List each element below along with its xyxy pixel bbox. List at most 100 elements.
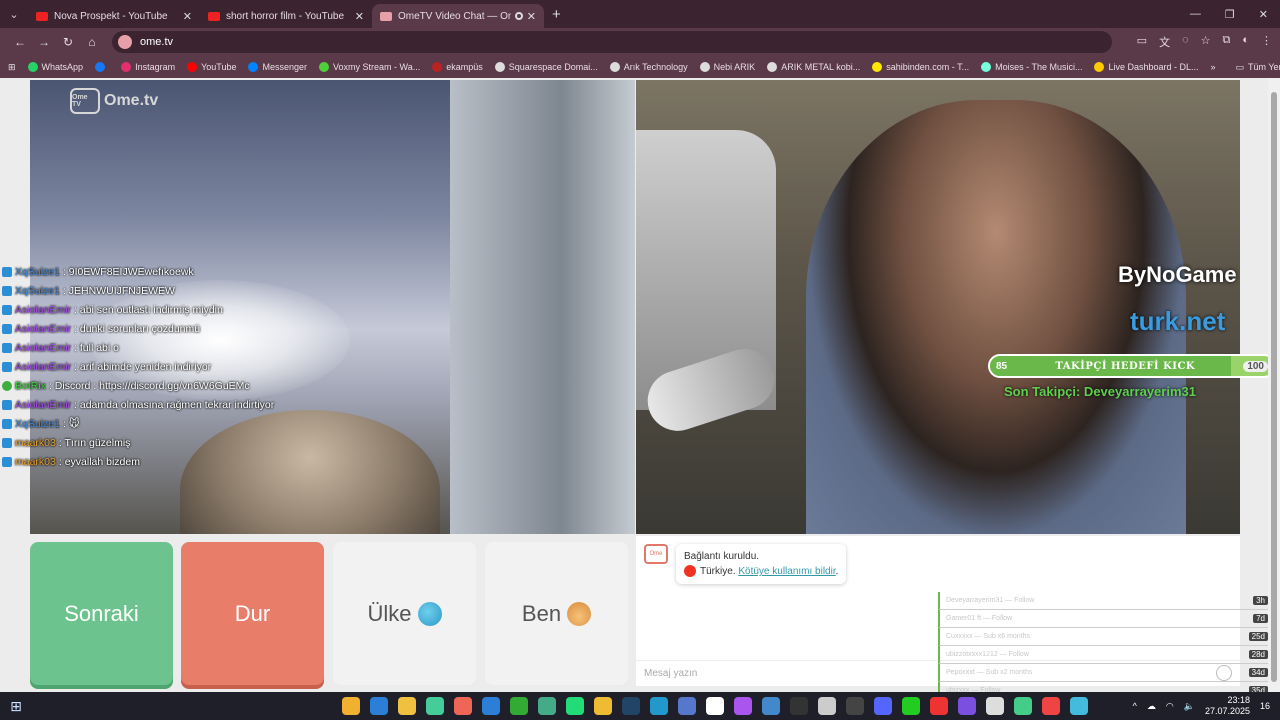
bookmark-item[interactable]: WhatsApp: [27, 62, 83, 72]
taskbar-app-icon[interactable]: [482, 697, 500, 715]
site-info-icon[interactable]: [118, 35, 132, 49]
taskbar-app-icon[interactable]: [762, 697, 780, 715]
taskbar-app-icon[interactable]: [734, 697, 752, 715]
taskbar-app-icon[interactable]: [370, 697, 388, 715]
taskbar-app-icon[interactable]: [678, 697, 696, 715]
kick-badge-icon: [2, 304, 12, 315]
bookmark-item[interactable]: Live Dashboard - DL...: [1094, 62, 1199, 72]
taskbar-app-icon[interactable]: [622, 697, 640, 715]
follower-goal-bar: 85 TAKİPÇİ HEDEFİ KICK 100: [988, 354, 1276, 378]
close-icon[interactable]: ✕: [183, 10, 192, 23]
taskbar-app-icon[interactable]: [930, 697, 948, 715]
taskbar-app-icon[interactable]: [398, 697, 416, 715]
taskbar-app-icon[interactable]: [594, 697, 612, 715]
tab-short-horror-film[interactable]: short horror film - YouTube ✕: [200, 4, 372, 28]
cloud-icon[interactable]: ☁: [1147, 701, 1156, 712]
page-scrollbar[interactable]: [1268, 78, 1280, 692]
forward-icon[interactable]: →: [32, 35, 56, 49]
bookmark-item[interactable]: Instagram: [121, 62, 175, 72]
tab-ometv[interactable]: OmeTV Video Chat — Ome ✕: [372, 4, 544, 28]
address-actions: ▭ 文 ◌ ☆ ⧉ ◐ ⋮: [1137, 34, 1272, 50]
kick-badge-icon: [2, 456, 12, 467]
translate-icon[interactable]: 文: [1159, 34, 1170, 50]
close-icon[interactable]: ✕: [527, 10, 536, 23]
reload-icon[interactable]: ↻: [56, 35, 80, 49]
bookmark-label: Squarespace Domai...: [508, 62, 598, 72]
taskbar-app-icon[interactable]: [1070, 697, 1088, 715]
profile-icon[interactable]: ◐: [1242, 34, 1249, 50]
clock[interactable]: 23:18 27.07.2025: [1205, 695, 1250, 717]
taskbar-app-icon[interactable]: [706, 697, 724, 715]
taskbar-app-icon[interactable]: [426, 697, 444, 715]
bookmark-item[interactable]: [95, 62, 109, 72]
bookmark-item[interactable]: Squarespace Domai...: [494, 62, 598, 72]
taskbar-app-icon[interactable]: [958, 697, 976, 715]
home-icon[interactable]: ⌂: [80, 35, 104, 49]
taskbar-app-icon[interactable]: [1014, 697, 1032, 715]
taskbar-app-icon[interactable]: [846, 697, 864, 715]
close-window-icon[interactable]: ✕: [1259, 8, 1268, 21]
bookmark-item[interactable]: sahibinden.com - T...: [872, 62, 969, 72]
back-icon[interactable]: ←: [8, 35, 32, 49]
stop-button[interactable]: Dur: [181, 542, 324, 685]
close-icon[interactable]: ✕: [355, 10, 364, 23]
bookmark-item[interactable]: Moises - The Musici...: [981, 62, 1082, 72]
bookmark-item[interactable]: Messenger: [248, 62, 307, 72]
tray-expand-icon[interactable]: ^: [1133, 701, 1137, 711]
tab-nova-prospekt[interactable]: Nova Prospekt - YouTube ✕: [28, 4, 200, 28]
time: 23:18: [1227, 695, 1250, 705]
new-tab-button[interactable]: +: [552, 6, 561, 23]
address-bar[interactable]: ome.tv: [112, 31, 1112, 53]
taskbar-app-icon[interactable]: [986, 697, 1004, 715]
bookmark-label: Voxmy Stream - Wa...: [333, 62, 421, 72]
scrollbar-thumb[interactable]: [1271, 92, 1277, 682]
taskbar-app-icon[interactable]: [790, 697, 808, 715]
chat-username: maark03: [15, 436, 56, 449]
bookmark-item[interactable]: Arık Technology: [609, 62, 688, 72]
next-button[interactable]: Sonraki: [30, 542, 173, 685]
bookmark-item[interactable]: Voxmy Stream - Wa...: [319, 62, 420, 72]
taskbar-app-icon[interactable]: [454, 697, 472, 715]
windows-start-icon[interactable]: ⊞: [0, 698, 32, 715]
taskbar-app-icon[interactable]: [566, 697, 584, 715]
bookmark-item[interactable]: ekampüs: [432, 62, 483, 72]
bookmark-label: Moises - The Musici...: [995, 62, 1083, 72]
taskbar-app-icon[interactable]: [650, 697, 668, 715]
bookmark-item[interactable]: Nebi ARIK: [699, 62, 756, 72]
chat-line: AsiolanEmir: full abi o: [2, 338, 402, 357]
connection-status: Bağlantı kuruldu.: [684, 551, 760, 562]
bookmark-item[interactable]: YouTube: [187, 62, 236, 72]
notification-count[interactable]: 16: [1260, 701, 1270, 711]
wifi-icon[interactable]: ◠: [1166, 701, 1174, 712]
taskbar-app-icon[interactable]: [1042, 697, 1060, 715]
tab-search-icon[interactable]: ⌄: [0, 0, 28, 28]
cast-icon[interactable]: ▭: [1137, 34, 1147, 50]
report-abuse-link[interactable]: Kötüye kullanımı bildir: [738, 566, 835, 577]
youtube-icon: [36, 11, 48, 21]
taskbar-app-icon[interactable]: [874, 697, 892, 715]
eye-off-icon[interactable]: ◌: [1182, 34, 1189, 50]
extensions-icon[interactable]: ⧉: [1222, 34, 1230, 50]
taskbar-app-icon[interactable]: [342, 697, 360, 715]
bookmark-item[interactable]: ARIK METAL kobi...: [767, 62, 860, 72]
all-bookmarks-button[interactable]: ▭ Tüm Yer İşaretleri: [1236, 62, 1280, 73]
taskbar-app-icon[interactable]: [818, 697, 836, 715]
more-bookmarks-button[interactable]: »: [1211, 62, 1216, 73]
chat-username: BotRix: [15, 379, 46, 392]
bookmark-favicon-icon: [121, 62, 132, 72]
minimize-icon[interactable]: —: [1190, 8, 1201, 21]
menu-icon[interactable]: ⋮: [1261, 34, 1272, 50]
gender-button[interactable]: Ben: [485, 542, 628, 685]
country-button[interactable]: Ülke: [333, 542, 476, 685]
apps-icon[interactable]: ⊞: [8, 62, 16, 73]
restore-icon[interactable]: ❐: [1225, 8, 1235, 21]
taskbar-app-icon[interactable]: [510, 697, 528, 715]
volume-icon[interactable]: 🔈: [1184, 701, 1195, 712]
star-icon[interactable]: ☆: [1201, 34, 1211, 50]
bookmark-favicon-icon: [432, 62, 443, 72]
last-follower: Son Takipçi: Deveyarrayerim31: [1004, 384, 1196, 399]
taskbar-app-icon[interactable]: [538, 697, 556, 715]
taskbar-app-icon[interactable]: [902, 697, 920, 715]
chat-line: AsiolanEmir: dunki sorunları çozdunmü: [2, 319, 402, 338]
bookmark-label: Nebi ARIK: [713, 62, 756, 72]
